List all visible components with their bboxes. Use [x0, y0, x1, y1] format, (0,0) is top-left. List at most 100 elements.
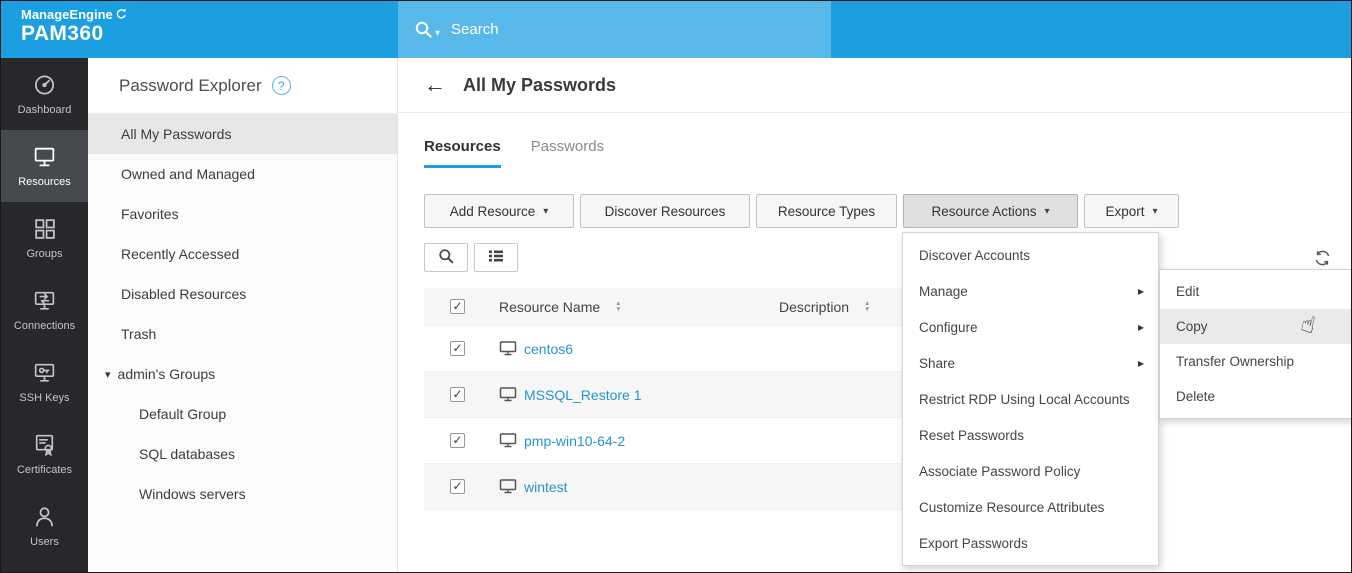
- explorer-item-default-group[interactable]: Default Group: [88, 394, 397, 434]
- search-icon: ▾: [414, 20, 440, 39]
- discover-resources-button[interactable]: Discover Resources: [580, 194, 750, 228]
- resource-types-button[interactable]: Resource Types: [756, 194, 897, 228]
- sidebar-item-label: Certificates: [17, 464, 72, 476]
- explorer-item-trash[interactable]: Trash: [88, 314, 397, 354]
- refresh-icon[interactable]: [1314, 250, 1331, 266]
- tab-passwords[interactable]: Passwords: [531, 137, 604, 168]
- menu-item-associate-password-policy[interactable]: Associate Password Policy: [903, 453, 1158, 489]
- ssh-keys-icon: [32, 360, 57, 385]
- brand-logo[interactable]: ManageEngine PAM360: [1, 1, 398, 58]
- submenu-item-delete[interactable]: Delete: [1160, 379, 1351, 414]
- table-controls: [398, 228, 1351, 272]
- submenu-arrow-icon: ▸: [1138, 320, 1144, 334]
- tree-expanded-icon[interactable]: ▾: [105, 368, 111, 381]
- explorer-group-admins-groups[interactable]: ▾ admin's Groups: [88, 354, 397, 394]
- row-checkbox[interactable]: ✓: [450, 387, 465, 402]
- tab-bar: Resources Passwords: [398, 113, 1351, 168]
- resource-link[interactable]: MSSQL_Restore 1: [524, 387, 642, 403]
- brand-manageengine: ManageEngine: [21, 8, 113, 21]
- column-chooser-button[interactable]: [474, 243, 518, 272]
- sidebar-item-label: Resources: [18, 176, 71, 188]
- explorer-item-label: Disabled Resources: [121, 286, 246, 302]
- tab-resources[interactable]: Resources: [424, 137, 501, 168]
- resource-actions-button[interactable]: Resource Actions ▾: [903, 194, 1078, 228]
- explorer-item-owned-and-managed[interactable]: Owned and Managed: [88, 154, 397, 194]
- menu-item-manage[interactable]: Manage ▸: [903, 273, 1158, 309]
- sidebar-item-groups[interactable]: Groups: [1, 202, 88, 274]
- export-button[interactable]: Export ▾: [1084, 194, 1179, 228]
- back-arrow-icon[interactable]: ←: [424, 74, 446, 96]
- explorer-item-all-my-passwords[interactable]: All My Passwords: [88, 114, 397, 154]
- menu-item-reset-passwords[interactable]: Reset Passwords: [903, 417, 1158, 453]
- dashboard-icon: [32, 72, 57, 97]
- caret-down-icon: ▾: [543, 206, 548, 217]
- caret-down-icon: ▾: [1153, 206, 1158, 217]
- explorer-item-label: All My Passwords: [121, 126, 231, 142]
- resource-toolbar: Add Resource ▾ Discover Resources Resour…: [398, 168, 1351, 228]
- sort-icon[interactable]: ▲▼: [615, 301, 621, 313]
- explorer-item-favorites[interactable]: Favorites: [88, 194, 397, 234]
- explorer-item-label: Trash: [121, 326, 156, 342]
- explorer-item-label: Favorites: [121, 206, 179, 222]
- explorer-title: Password Explorer: [119, 76, 262, 96]
- monitor-icon: [499, 387, 517, 402]
- list-columns-icon: [488, 249, 504, 266]
- menu-item-configure[interactable]: Configure ▸: [903, 309, 1158, 345]
- sort-icon[interactable]: ▲▼: [864, 301, 870, 313]
- sidebar-item-resources[interactable]: Resources: [1, 130, 88, 202]
- monitor-icon: [499, 479, 517, 494]
- help-icon[interactable]: ?: [272, 76, 291, 95]
- menu-item-export-passwords[interactable]: Export Passwords: [903, 525, 1158, 561]
- column-header-resource-name[interactable]: Resource Name: [499, 299, 600, 315]
- monitor-icon: [499, 433, 517, 448]
- menu-item-customize-resource-attributes[interactable]: Customize Resource Attributes: [903, 489, 1158, 525]
- explorer-item-sql-databases[interactable]: SQL databases: [88, 434, 397, 474]
- select-all-checkbox[interactable]: ✓: [450, 299, 465, 314]
- page-header: ← All My Passwords: [398, 58, 1351, 113]
- global-search[interactable]: ▾ Search: [398, 1, 831, 58]
- menu-item-discover-accounts[interactable]: Discover Accounts: [903, 237, 1158, 273]
- search-icon: [438, 248, 454, 267]
- page-title: All My Passwords: [463, 75, 616, 96]
- row-checkbox[interactable]: ✓: [450, 479, 465, 494]
- pam360-app: ManageEngine PAM360 ▾ Search Dashboard: [0, 0, 1352, 573]
- sidebar-item-label: Users: [30, 536, 59, 548]
- submenu-item-copy[interactable]: Copy: [1160, 309, 1351, 344]
- certificates-icon: [32, 432, 57, 457]
- sidebar-item-certificates[interactable]: Certificates: [1, 418, 88, 490]
- add-resource-button[interactable]: Add Resource ▾: [424, 194, 574, 228]
- caret-down-icon: ▾: [1045, 206, 1050, 217]
- row-checkbox[interactable]: ✓: [450, 433, 465, 448]
- submenu-item-edit[interactable]: Edit: [1160, 274, 1351, 309]
- groups-icon: [32, 216, 57, 241]
- column-header-description[interactable]: Description: [779, 299, 849, 315]
- topbar-spacer: [831, 1, 1351, 58]
- menu-item-share[interactable]: Share ▸: [903, 345, 1158, 381]
- resource-link[interactable]: wintest: [524, 479, 568, 495]
- main-nav-sidebar: Dashboard Resources Groups Connections: [1, 58, 88, 572]
- search-scope-caret-icon[interactable]: ▾: [435, 29, 440, 39]
- explorer-header: Password Explorer ?: [88, 58, 397, 114]
- tab-label: Passwords: [531, 138, 604, 155]
- sidebar-item-connections[interactable]: Connections: [1, 274, 88, 346]
- submenu-arrow-icon: ▸: [1138, 284, 1144, 298]
- sidebar-item-ssh-keys[interactable]: SSH Keys: [1, 346, 88, 418]
- explorer-item-disabled-resources[interactable]: Disabled Resources: [88, 274, 397, 314]
- resource-link[interactable]: pmp-win10-64-2: [524, 433, 625, 449]
- explorer-item-label: Default Group: [139, 406, 226, 422]
- main-content: ← All My Passwords Resources Passwords A…: [398, 58, 1351, 572]
- sidebar-item-label: Connections: [14, 320, 75, 332]
- table-search-button[interactable]: [424, 243, 468, 272]
- resource-link[interactable]: centos6: [524, 341, 573, 357]
- search-placeholder: Search: [451, 21, 499, 38]
- connections-icon: [32, 288, 57, 313]
- top-header: ManageEngine PAM360 ▾ Search: [1, 1, 1351, 58]
- resources-icon: [32, 144, 57, 169]
- row-checkbox[interactable]: ✓: [450, 341, 465, 356]
- menu-item-restrict-rdp[interactable]: Restrict RDP Using Local Accounts: [903, 381, 1158, 417]
- submenu-item-transfer-ownership[interactable]: Transfer Ownership: [1160, 344, 1351, 379]
- explorer-item-recently-accessed[interactable]: Recently Accessed: [88, 234, 397, 274]
- explorer-item-windows-servers[interactable]: Windows servers: [88, 474, 397, 514]
- sidebar-item-users[interactable]: Users: [1, 490, 88, 562]
- sidebar-item-dashboard[interactable]: Dashboard: [1, 58, 88, 130]
